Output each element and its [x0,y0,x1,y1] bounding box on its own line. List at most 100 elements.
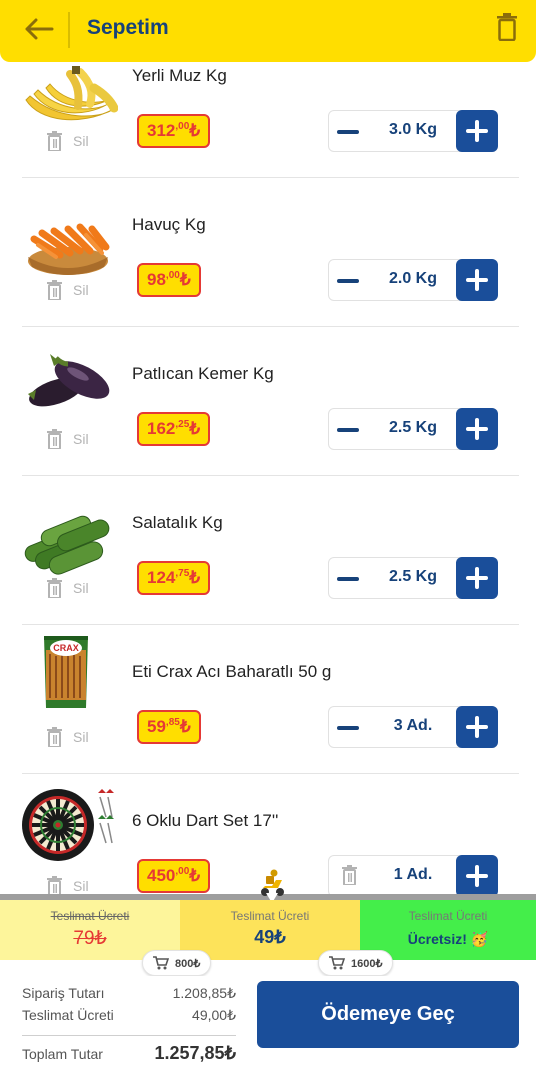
delete-label: Sil [73,282,89,298]
order-amount-row: Sipariş Tutarı 1.208,85₺ [22,985,236,1002]
tier-value: 49₺ [254,927,286,947]
quantity-stepper: 3 Ad. [328,706,498,748]
price-dec: ,00 [165,269,180,281]
delete-button[interactable]: Sil [46,131,89,151]
header-divider [68,12,70,48]
cart-icon [329,956,345,970]
delete-button[interactable]: Sil [46,876,89,896]
price-tag: 450,00 ₺ [137,859,211,893]
cart-item: CRAX Eti Crax Acı Baharatlı 50 g Sil 59,… [0,636,536,797]
cart-item: Patlıcan Kemer Kg Sil 162,25 ₺ 2.5 Kg [0,350,536,499]
clear-cart-button[interactable] [496,13,518,41]
tier-value: 79₺ [73,928,107,949]
remove-item-button[interactable] [341,865,358,890]
price-int: 450 [147,866,176,885]
minus-button[interactable] [337,726,359,730]
delete-button[interactable]: Sil [46,429,89,449]
cucumber-image [24,515,110,575]
price-tag: 59,85 ₺ [137,710,201,744]
summary-label: Teslimat Ücreti [22,1007,114,1023]
minus-button[interactable] [337,130,359,134]
total-value: 1.257,85₺ [154,1043,236,1063]
svg-text:CRAX: CRAX [53,643,79,653]
tier-label: Teslimat Ücreti [408,909,488,923]
plus-button[interactable] [456,557,498,599]
quantity-value: 3 Ad. [393,717,433,734]
delete-button[interactable]: Sil [46,578,89,598]
quantity-value: 1 Ad. [393,866,433,883]
price-dec: ,85 [165,716,180,728]
trash-icon [47,280,62,300]
price-tag: 124,75 ₺ [137,561,211,595]
quantity-stepper: 2.0 Kg [328,259,498,301]
delete-label: Sil [73,878,89,894]
dartboard-image [22,789,114,861]
product-name: Salatalık Kg [132,513,223,532]
trash-icon [342,865,357,886]
product-name: 6 Oklu Dart Set 17'' [132,811,279,830]
summary-label: Toplam Tutar [22,1045,103,1062]
back-button[interactable] [22,14,56,44]
price-currency: ₺ [189,121,201,140]
summary-label: Sipariş Tutarı [22,985,105,1001]
plus-button[interactable] [456,408,498,450]
minus-button[interactable] [337,428,359,432]
plus-button[interactable] [456,259,498,301]
quantity-value: 2.5 Kg [388,568,437,585]
banana-image [25,66,118,121]
price-dec: ,00 [175,120,190,132]
trash-icon [47,131,62,151]
threshold-value: 1600₺ [351,957,383,970]
divider [22,773,519,774]
tier-label: Teslimat Ücreti [230,909,310,923]
price-int: 124 [147,568,176,587]
quantity-value: 3.0 Kg [388,121,437,138]
plus-button[interactable] [456,706,498,748]
tier-value: Ücretsiz! 🥳 [407,931,489,947]
eggplant-image [28,354,110,407]
tier-label: Teslimat Ücreti [50,909,130,923]
delivery-fee-band: Teslimat Ücreti 79₺ Teslimat Ücreti 49₺ … [0,900,536,960]
plus-button[interactable] [456,110,498,152]
price-int: 162 [147,419,176,438]
price-currency: ₺ [179,717,191,736]
minus-button[interactable] [337,279,359,283]
checkout-button[interactable]: Ödemeye Geç [257,981,519,1048]
threshold-chip: 800₺ [142,950,212,976]
delete-button[interactable]: Sil [46,727,89,747]
quantity-value: 2.5 Kg [388,419,437,436]
order-summary: Sipariş Tutarı 1.208,85₺ Teslimat Ücreti… [0,976,536,1081]
total-row: Toplam Tutar 1.257,85₺ [22,1043,236,1064]
price-int: 59 [147,717,166,736]
carrot-image [28,223,110,275]
threshold-chip: 1600₺ [318,950,394,976]
crax-package-image: CRAX [44,636,88,708]
price-tag: 312,00 ₺ [137,114,211,148]
delete-label: Sil [73,431,89,447]
product-name: Eti Crax Acı Baharatlı 50 g [132,662,332,681]
product-name: Patlıcan Kemer Kg [132,364,274,383]
app-header: Sepetim [0,0,536,62]
price-currency: ₺ [189,419,201,438]
price-dec: ,75 [175,567,190,579]
delivery-fee-row: Teslimat Ücreti 49,00₺ [22,1007,236,1024]
summary-value: 1.208,85₺ [172,985,236,1001]
divider [22,326,519,327]
divider [22,1035,236,1036]
cart-item: Yerli Muz Kg Sil 312,00 ₺ 3.0 Kg [0,52,536,201]
product-name: Havuç Kg [132,215,206,234]
trash-icon [47,578,62,598]
price-dec: ,25 [175,418,190,430]
cart-icon [153,956,169,970]
page-title: Sepetim [87,16,169,39]
delete-label: Sil [73,729,89,745]
divider [22,177,519,178]
plus-button[interactable] [456,855,498,897]
price-dec: ,00 [175,865,190,877]
price-int: 98 [147,270,166,289]
price-currency: ₺ [189,866,201,885]
price-currency: ₺ [189,568,201,587]
delete-button[interactable]: Sil [46,280,89,300]
minus-button[interactable] [337,577,359,581]
product-name: Yerli Muz Kg [132,66,227,85]
